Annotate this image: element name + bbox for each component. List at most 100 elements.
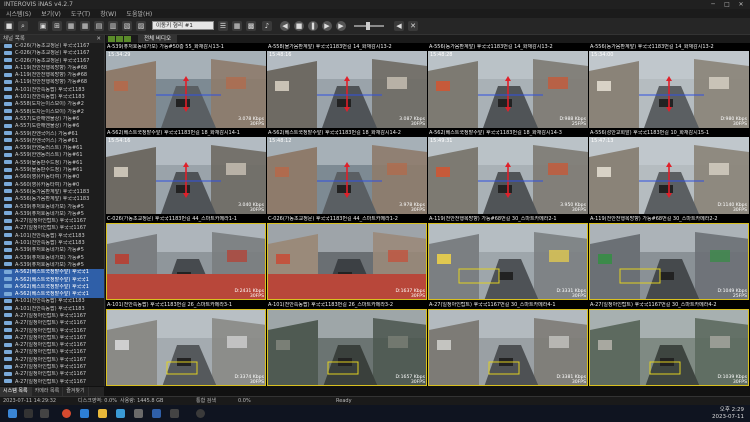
list-item[interactable]: A-559(물동판수드청) 가능#61 <box>0 167 104 174</box>
list-item[interactable]: A-562(베스트쿡정밭수앞) 후국국1 <box>0 269 104 277</box>
grid-icon[interactable]: ▦ <box>232 21 242 31</box>
list-item[interactable]: A-560(영유카동타여) 가능#0 <box>0 174 104 181</box>
video-tile[interactable]: C-026(가동초교정문) 후국국1183번길 44_스마트카메라1-1 D:24… <box>106 216 266 300</box>
minimize-icon[interactable]: ─ <box>706 0 720 9</box>
list-item[interactable]: C-026(가동초교정문) 후국국1167 <box>0 58 104 65</box>
list-item[interactable]: A-27(일정아인탑트) 후국국1167 <box>0 349 104 356</box>
layout-custom-icon[interactable]: ▧ <box>122 21 132 31</box>
chrome-icon[interactable] <box>62 409 71 418</box>
list-item[interactable]: A-27(일정아인탑트) 후국국1167 <box>0 335 104 342</box>
layout-1x1-icon[interactable]: ▣ <box>38 21 48 31</box>
list-item[interactable]: C-026(가동초교정문) 후국국1167 <box>0 43 104 50</box>
video-tile[interactable]: A-101(천안쪽동팝) 후국국1183번길 26_스마트카메라3-1 D:337… <box>106 302 266 386</box>
tab-all-video[interactable]: 전체 비디오 <box>138 35 178 43</box>
edge-icon[interactable] <box>80 409 89 418</box>
list-item[interactable]: A-558(도차는이스보이) 가능#2 <box>0 109 104 116</box>
video-tile[interactable]: A-558(물가음환계앞) 후국국1183번길 14_화재감시13-2 15:48… <box>267 44 427 128</box>
close-icon[interactable]: ✕ <box>734 0 748 9</box>
list-icon[interactable]: ☰ <box>218 21 228 31</box>
video-tile[interactable]: A-562(베스트쿡정밭수앞) 후국국1183번길 18_화재감시14-3 15:… <box>428 130 588 214</box>
maximize-icon[interactable]: □ <box>720 0 734 9</box>
video-tile[interactable]: C-026(가동초교정문) 후국국1183번길 44_스마트카메라1-2 D:16… <box>267 216 427 300</box>
list-item[interactable]: A-27(일정아인탑트) 후국국1167 <box>0 379 104 386</box>
list-item[interactable]: A-101(천안쪽동팝) 후국국1183 <box>0 233 104 240</box>
list-item[interactable]: A-27(일정아인탑트) 후국국1167 <box>0 218 104 225</box>
gear-icon[interactable] <box>196 409 205 418</box>
list-item[interactable]: A-562(베스트쿡정밭수앞) 후국국1 <box>0 276 104 284</box>
list-item[interactable]: A-101(천안쪽동팝) 후국국1183 <box>0 306 104 313</box>
layout-3x3-icon[interactable]: ▦ <box>66 21 76 31</box>
microphone-icon[interactable]: ♪ <box>262 21 272 31</box>
list-item[interactable]: A-27(일정아인탑트) 후국국1167 <box>0 225 104 232</box>
layout-6x6-icon[interactable]: ▥ <box>108 21 118 31</box>
tab-first-icon[interactable] <box>108 36 115 42</box>
video-tile[interactable]: A-101(천안쪽동팝) 후국국1183번길 26_스마트카메라3-2 D:165… <box>267 302 427 386</box>
layout-2x2-icon[interactable]: ⊞ <box>52 21 62 31</box>
video-tile[interactable]: A-119(천안천행복방향) 가능#68번길 30_스마트카메라2-2 D:104… <box>589 216 749 300</box>
tile-icon[interactable]: ▩ <box>246 21 256 31</box>
list-item[interactable]: A-558(도차는이스보이) 가능#2 <box>0 101 104 108</box>
video-tile[interactable]: A-119(천안천행복방향) 가능#68번길 30_스마트카메라2-1 D:333… <box>428 216 588 300</box>
menu-tools[interactable]: 도구(T) <box>71 9 90 18</box>
camera-icon[interactable]: ■ <box>4 21 14 31</box>
tab-next-icon[interactable] <box>124 36 131 42</box>
tab-camera-list[interactable]: 카메라 목록 <box>32 387 64 396</box>
list-item[interactable]: A-119(천안천행복방향) 가능#68 <box>0 65 104 72</box>
app-icon[interactable] <box>134 409 143 418</box>
list-item[interactable]: A-27(일정아인탑트) 후국국1167 <box>0 342 104 349</box>
menu-window[interactable]: 창(W) <box>100 9 116 18</box>
list-item[interactable]: A-27(일정아인탑트) 후국국1167 <box>0 328 104 335</box>
list-item[interactable]: A-559(한엔동러스트) 가능#61 <box>0 145 104 152</box>
file-explorer-icon[interactable] <box>98 409 107 418</box>
list-item[interactable]: A-560(영유카동타여) 가능#0 <box>0 182 104 189</box>
video-tile[interactable]: A-27(일정아인탑트) 후국국1167번길 30_스마트카메라4-1 D:338… <box>428 302 588 386</box>
layout-4x4-icon[interactable]: ▦ <box>80 21 90 31</box>
menu-view[interactable]: 보기(V) <box>41 9 61 18</box>
video-tile[interactable]: A-556(동가음환계앞) 후국국1183번길 14_화재감시13-2 15:34… <box>589 44 749 128</box>
list-item[interactable]: A-119(천안천행복방향) 가능#68 <box>0 72 104 79</box>
menu-help[interactable]: 도움말(H) <box>126 9 152 18</box>
list-item[interactable]: A-27(일정아인탑트) 후국국1167 <box>0 371 104 378</box>
list-item[interactable]: A-27(일정아인탑트) 후국국1167 <box>0 320 104 327</box>
list-item[interactable]: A-559(찬엔국어스) 가능#61 <box>0 131 104 138</box>
list-item[interactable]: A-557(도란해엔물상) 가능#6 <box>0 116 104 123</box>
list-item[interactable]: A-559(찬엔국어스) 가능#61 <box>0 138 104 145</box>
list-item[interactable]: C-026(가동초교정문) 후국국1167 <box>0 50 104 57</box>
video-tile[interactable]: A-556(동가음환계앞) 후국국1183번길 14_화재감시13-2 15:48… <box>428 44 588 128</box>
video-tile[interactable]: A-27(일정아인탑트) 후국국1167번길 30_스마트카메라4-2 D:103… <box>589 302 749 386</box>
tab-system-list[interactable]: 시스템 목록 <box>0 387 32 396</box>
tab-favorites[interactable]: 즐겨찾기 <box>63 387 89 396</box>
vms-app-icon[interactable] <box>152 409 161 418</box>
list-item[interactable]: A-559(물동판수드청) 가능#61 <box>0 160 104 167</box>
list-item[interactable]: A-101(천안쪽동팝) 후국국1183 <box>0 240 104 247</box>
close-panel-icon[interactable]: ✕ <box>96 35 101 43</box>
list-item[interactable]: A-539(퓨처호동네가보) 가능#5 <box>0 255 104 262</box>
search-icon[interactable]: ⌕ <box>18 21 28 31</box>
list-item[interactable]: A-27(일정아인탑트) 후국국1167 <box>0 357 104 364</box>
search-icon[interactable] <box>24 409 33 418</box>
video-tile[interactable]: A-562(베스트쿡정밭수앞) 후국국1183번길 18_화재감시14-2 15:… <box>267 130 427 214</box>
windows-start-icon[interactable] <box>8 409 17 418</box>
store-icon[interactable] <box>116 409 125 418</box>
list-item[interactable]: A-559(한엔동러스트) 가능#61 <box>0 152 104 159</box>
taskbar-clock[interactable]: 오후 2:29 2023-07-11 <box>712 407 744 420</box>
list-item[interactable]: A-101(천안쪽동팝) 후국국1183 <box>0 94 104 101</box>
list-item[interactable]: A-562(베스트쿡정밭수앞) 후국국1 <box>0 283 104 292</box>
play-icon[interactable]: ▶ <box>322 21 332 31</box>
tab-prev-icon[interactable] <box>116 36 123 42</box>
list-item[interactable]: A-101(천안쪽동팝) 후국국1183 <box>0 87 104 94</box>
task-view-icon[interactable] <box>40 409 49 418</box>
list-item[interactable]: A-539(퓨처호동네가보) 가능#5 <box>0 211 104 218</box>
list-item[interactable]: A-27(일정아인탑트) 후국국1167 <box>0 364 104 371</box>
list-item[interactable]: A-539(퓨처호동네가보) 가능#5 <box>0 247 104 254</box>
video-tile[interactable]: A-556(성안교회앞) 후국국1183번길 10_화재감시15-1 15:47:… <box>589 130 749 214</box>
pause-icon[interactable]: ❚ <box>308 21 318 31</box>
video-tile[interactable]: A-562(베스트쿡정밭수앞) 후국국1183번길 18_화재감시14-1 15:… <box>106 130 266 214</box>
preset-select[interactable]: 이동키 형리 #1 <box>152 21 214 30</box>
video-tile[interactable]: A-539(퓨처호동네가보) 가능#50층 55_화재감시13-1 15:34:2… <box>106 44 266 128</box>
list-item[interactable]: A-557(도란해엔물상) 가능#6 <box>0 123 104 130</box>
list-item[interactable]: A-562(베스트쿡정밭수앞) 후국국1 <box>0 291 104 299</box>
list-item[interactable]: A-101(천안쪽동팝) 후국국1183 <box>0 298 104 305</box>
list-item[interactable]: A-119(천안천행복방향) 가능#68 <box>0 79 104 86</box>
list-item[interactable]: A-539(퓨처호동네가보) 가능#5 <box>0 262 104 269</box>
